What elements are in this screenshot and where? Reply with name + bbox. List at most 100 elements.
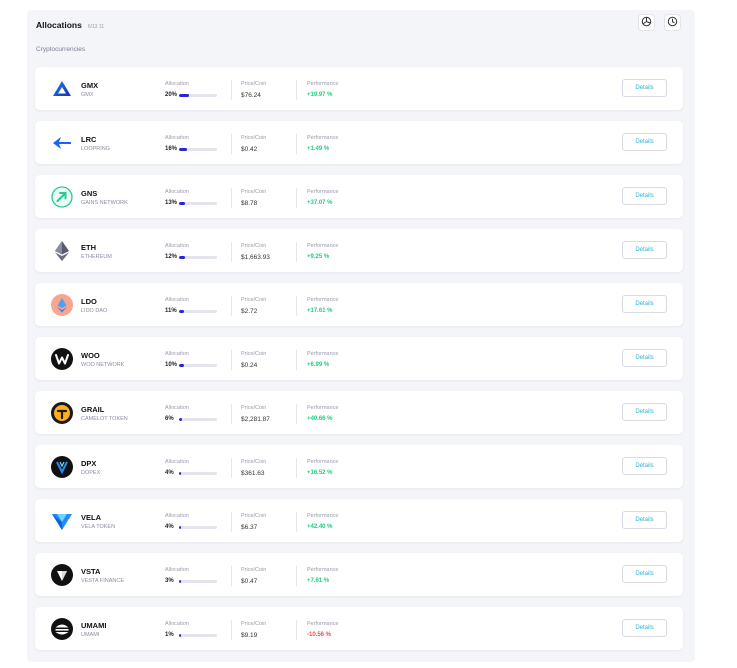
asset-name: GAINS NETWORK <box>81 200 128 206</box>
chart-view-button[interactable] <box>638 14 655 31</box>
column-divider <box>231 296 232 316</box>
performance-value: +9.25 % <box>307 254 330 260</box>
allocation-bar <box>179 148 217 151</box>
column-divider <box>296 134 297 154</box>
allocation-bar-fill <box>179 634 181 637</box>
price-value: $0.24 <box>241 362 258 369</box>
asset-name: LIDO DAO <box>81 308 108 314</box>
asset-row-dpx: DPX DOPEX Allocation 4% Price/Coin $361.… <box>35 445 683 488</box>
price-value: $2.72 <box>241 308 258 315</box>
performance-value: +42.40 % <box>307 524 333 530</box>
allocation-bar-fill <box>179 310 185 313</box>
asset-symbol: DPX <box>81 459 97 468</box>
allocation-bar <box>179 472 217 475</box>
price-label: Price/Coin <box>241 459 267 465</box>
performance-value: +7.61 % <box>307 578 330 584</box>
price-value: $8.78 <box>241 200 258 207</box>
allocation-bar-fill <box>179 364 184 367</box>
asset-name: VELA TOKEN <box>81 524 116 530</box>
asset-symbol: VELA <box>81 513 102 522</box>
lrc-icon <box>51 132 73 154</box>
allocation-bar <box>179 580 217 583</box>
column-divider <box>231 80 232 100</box>
allocation-label: Allocation <box>165 135 189 141</box>
details-button-vela[interactable]: Details <box>622 511 667 529</box>
allocation-value: 16% <box>165 146 178 152</box>
details-button-gns[interactable]: Details <box>622 187 667 205</box>
header-date: 6/13 11 <box>87 24 105 30</box>
asset-name: VESTA FINANCE <box>81 578 124 584</box>
price-label: Price/Coin <box>241 567 267 573</box>
details-button-dpx[interactable]: Details <box>622 457 667 475</box>
price-value: $6.37 <box>241 524 258 531</box>
performance-label: Performance <box>307 81 339 87</box>
price-label: Price/Coin <box>241 243 267 249</box>
allocation-bar <box>179 310 217 313</box>
allocation-label: Allocation <box>165 189 189 195</box>
column-divider <box>296 566 297 586</box>
details-button-eth[interactable]: Details <box>622 241 667 259</box>
column-divider <box>231 458 232 478</box>
details-button-ldo[interactable]: Details <box>622 295 667 313</box>
asset-symbol: VSTA <box>81 567 101 576</box>
allocation-bar <box>179 364 217 367</box>
asset-name: ETHEREUM <box>81 254 112 260</box>
details-button-umami[interactable]: Details <box>622 619 667 637</box>
column-divider <box>231 620 232 640</box>
allocation-bar <box>179 634 217 637</box>
details-button-woo[interactable]: Details <box>622 349 667 367</box>
details-button-grail[interactable]: Details <box>622 403 667 421</box>
performance-label: Performance <box>307 351 339 357</box>
allocation-value: 1% <box>165 632 174 638</box>
column-divider <box>296 242 297 262</box>
allocation-bar <box>179 256 217 259</box>
allocation-label: Allocation <box>165 567 189 573</box>
umami-icon <box>51 618 73 640</box>
asset-row-gmx: GMX GMX Allocation 20% Price/Coin $76.24… <box>35 67 683 110</box>
performance-value: +17.61 % <box>307 308 333 314</box>
price-value: $76.24 <box>241 92 261 99</box>
asset-row-woo: WOO WOO NETWORK Allocation 10% Price/Coi… <box>35 337 683 380</box>
asset-symbol: LRC <box>81 135 97 144</box>
performance-label: Performance <box>307 135 339 141</box>
column-divider <box>231 350 232 370</box>
page-title: Allocations <box>36 20 82 30</box>
woo-icon <box>51 348 73 370</box>
asset-name: LOOPRING <box>81 146 111 152</box>
asset-symbol: UMAMI <box>81 621 107 630</box>
column-divider <box>296 512 297 532</box>
allocation-label: Allocation <box>165 621 189 627</box>
allocation-bar-fill <box>179 202 186 205</box>
allocation-bar <box>179 94 217 97</box>
column-divider <box>296 296 297 316</box>
allocation-value: 12% <box>165 254 178 260</box>
details-button-gmx[interactable]: Details <box>622 79 667 97</box>
price-label: Price/Coin <box>241 189 267 195</box>
performance-label: Performance <box>307 405 339 411</box>
gns-icon <box>51 186 73 208</box>
asset-row-lrc: LRC LOOPRING Allocation 16% Price/Coin $… <box>35 121 683 164</box>
asset-symbol: WOO <box>81 351 100 360</box>
asset-row-eth: ETH ETHEREUM Allocation 12% Price/Coin $… <box>35 229 683 272</box>
price-value: $2,281.87 <box>241 416 270 423</box>
details-button-vsta[interactable]: Details <box>622 565 667 583</box>
column-divider <box>231 188 232 208</box>
asset-symbol: GRAIL <box>81 405 105 414</box>
price-label: Price/Coin <box>241 351 267 357</box>
section-label: Cryptocurrencies <box>36 46 86 53</box>
column-divider <box>231 404 232 424</box>
price-label: Price/Coin <box>241 621 267 627</box>
performance-value: -10.56 % <box>307 632 332 638</box>
price-value: $361.63 <box>241 470 265 477</box>
history-button[interactable] <box>664 14 681 31</box>
vsta-icon <box>51 564 73 586</box>
allocation-bar-fill <box>179 526 181 529</box>
allocation-bar-fill <box>179 418 182 421</box>
column-divider <box>231 512 232 532</box>
details-button-lrc[interactable]: Details <box>622 133 667 151</box>
column-divider <box>296 404 297 424</box>
performance-label: Performance <box>307 567 339 573</box>
price-value: $9.19 <box>241 632 258 639</box>
asset-name: GMX <box>81 92 94 98</box>
allocation-bar <box>179 526 217 529</box>
